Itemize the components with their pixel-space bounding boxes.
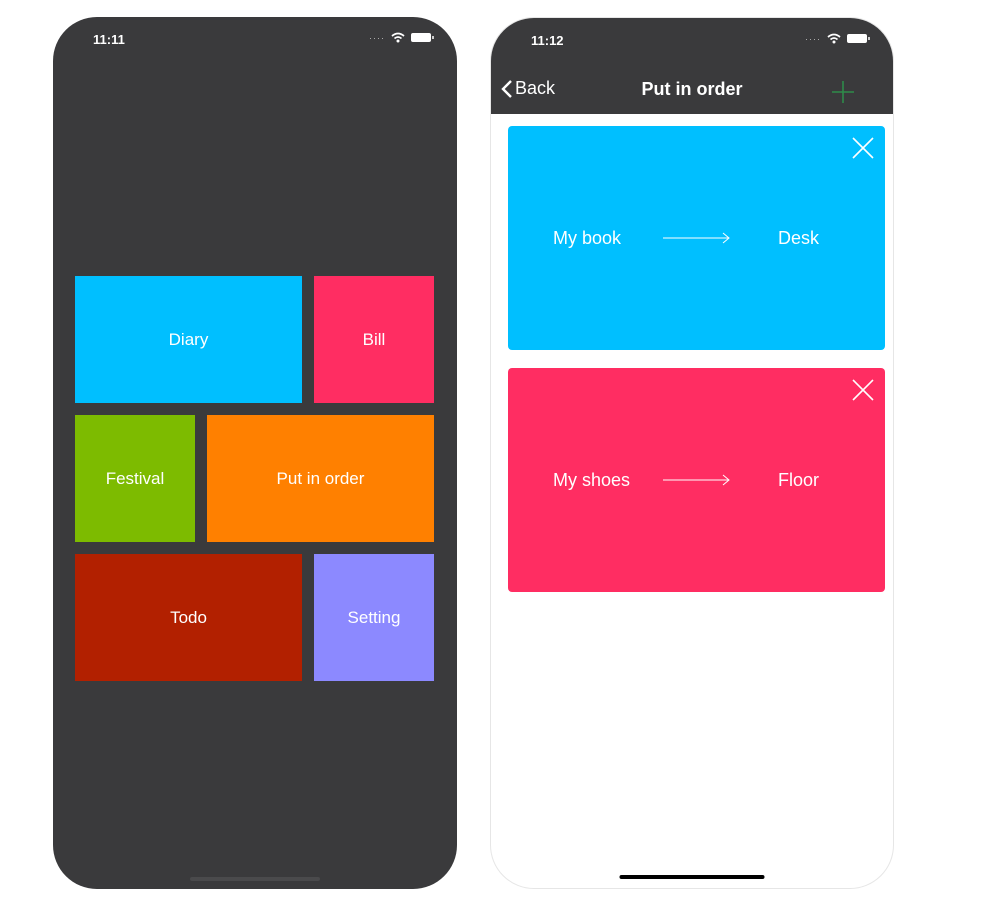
tile-festival[interactable]: Festival <box>75 415 195 542</box>
arrow-right-icon <box>663 232 730 244</box>
wifi-icon <box>827 33 841 44</box>
signal-icon: ···· <box>369 32 385 43</box>
status-time: 11:12 <box>531 33 564 48</box>
status-bar: 11:11 ···· <box>53 17 457 61</box>
status-time: 11:11 <box>93 32 125 47</box>
wifi-icon <box>391 32 405 43</box>
tile-diary[interactable]: Diary <box>75 276 302 403</box>
arrow-right-icon <box>663 474 730 486</box>
tile-label: Todo <box>170 607 207 627</box>
plus-icon[interactable] <box>831 80 855 104</box>
put-in-order-screen: 11:12 ···· Back Put in order My book Des… <box>490 17 894 889</box>
tile-put-in-order[interactable]: Put in order <box>207 415 434 542</box>
order-card[interactable]: My shoes Floor <box>508 368 885 592</box>
close-icon[interactable] <box>851 378 875 402</box>
close-icon[interactable] <box>851 136 875 160</box>
item-name: My book <box>553 228 622 248</box>
home-indicator[interactable] <box>619 875 765 879</box>
tile-label: Put in order <box>276 468 365 488</box>
tile-label: Setting <box>347 607 401 627</box>
home-indicator[interactable] <box>190 877 320 881</box>
destination-name: Floor <box>778 470 820 490</box>
tile-bill[interactable]: Bill <box>314 276 434 403</box>
item-name: My shoes <box>553 470 631 490</box>
tile-label: Festival <box>105 468 165 488</box>
tile-label: Bill <box>362 329 386 349</box>
battery-icon <box>411 33 434 42</box>
home-screen: 11:11 ···· Diary Bill Festival Put in or… <box>53 17 457 889</box>
navigation-bar: 11:12 ···· Back Put in order <box>491 18 893 114</box>
tile-label: Diary <box>168 329 209 349</box>
status-bar: 11:12 ···· <box>491 18 893 62</box>
signal-icon: ···· <box>805 33 821 44</box>
order-card[interactable]: My book Desk <box>508 126 885 350</box>
destination-name: Desk <box>778 228 820 248</box>
battery-icon <box>847 34 870 43</box>
tile-todo[interactable]: Todo <box>75 554 302 681</box>
tile-setting[interactable]: Setting <box>314 554 434 681</box>
